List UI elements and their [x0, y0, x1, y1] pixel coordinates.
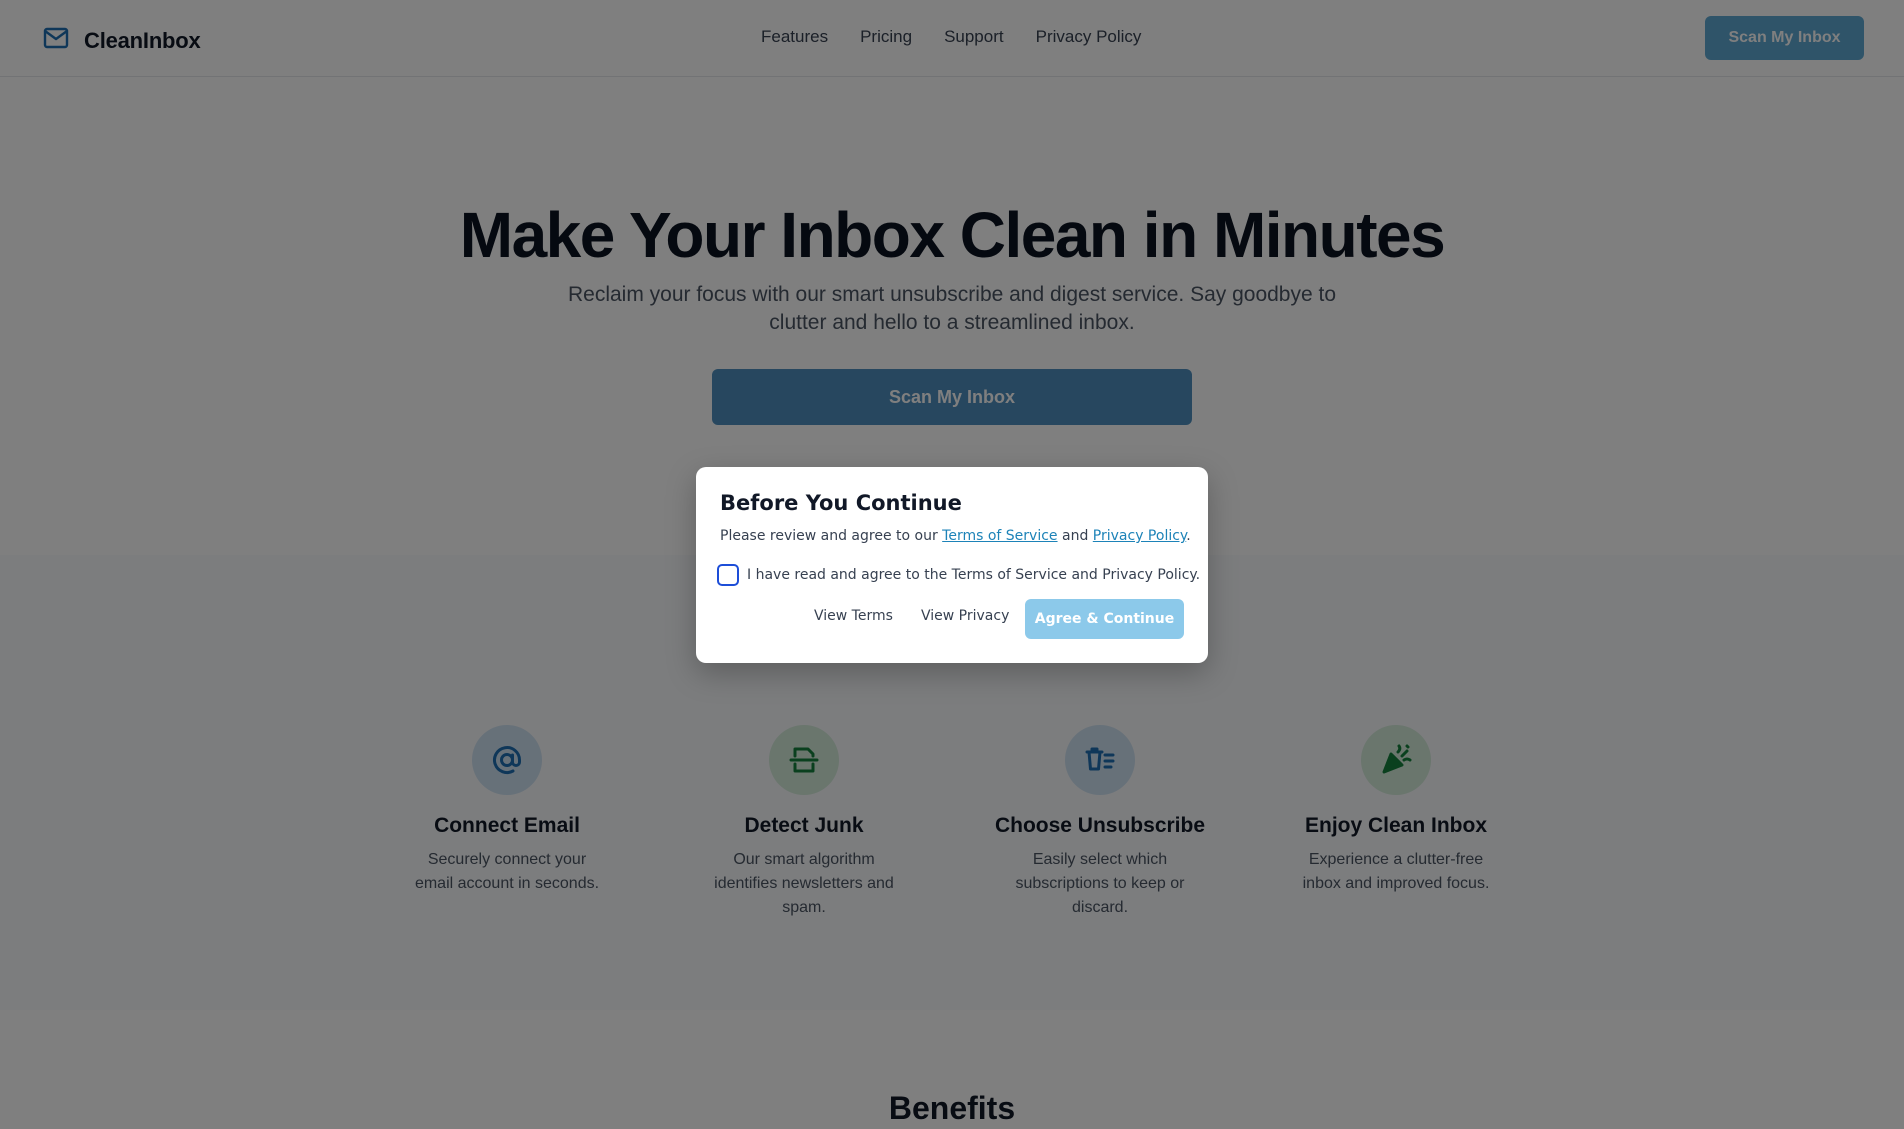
privacy-policy-link[interactable]: Privacy Policy	[1093, 528, 1186, 544]
consent-modal: Before You Continue Please review and ag…	[696, 467, 1208, 663]
agree-checkbox-row[interactable]: I have read and agree to the Terms of Se…	[717, 564, 1200, 586]
view-privacy-button[interactable]: View Privacy	[921, 608, 1009, 624]
agree-continue-button[interactable]: Agree & Continue	[1025, 599, 1184, 639]
modal-text-and: and	[1057, 528, 1093, 544]
view-terms-button[interactable]: View Terms	[814, 608, 893, 624]
modal-title: Before You Continue	[720, 491, 962, 515]
agree-checkbox[interactable]	[717, 564, 739, 586]
modal-text-prefix: Please review and agree to our	[720, 528, 943, 544]
modal-text: Please review and agree to our Terms of …	[720, 528, 1191, 544]
terms-of-service-link[interactable]: Terms of Service	[942, 528, 1057, 544]
modal-text-suffix: .	[1186, 528, 1191, 544]
agree-checkbox-label[interactable]: I have read and agree to the Terms of Se…	[747, 567, 1200, 583]
